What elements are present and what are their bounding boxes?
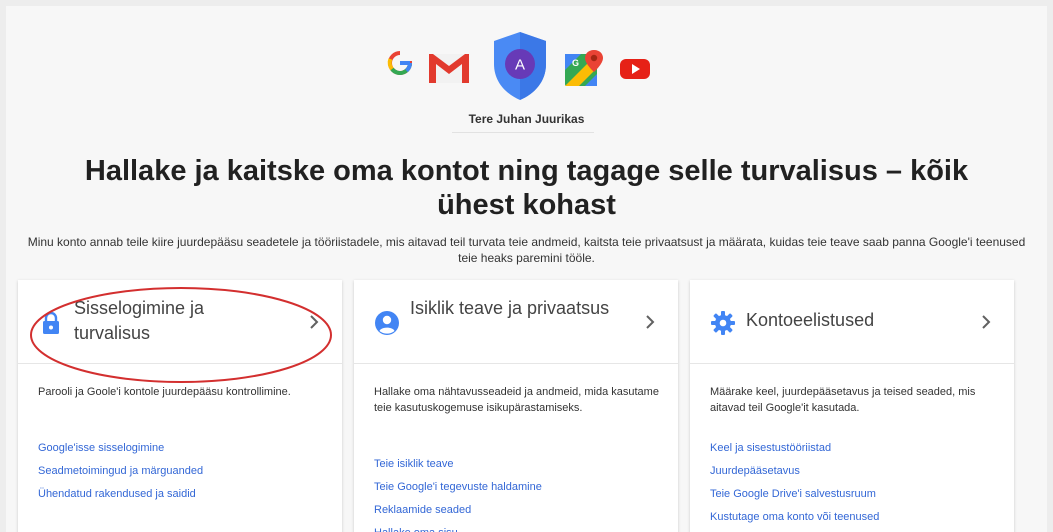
greeting-divider: [452, 132, 594, 133]
gmail-icon: [429, 54, 469, 83]
link-connected-apps[interactable]: Ühendatud rakendused ja saidid: [38, 483, 328, 506]
google-maps-icon: G: [565, 50, 603, 86]
card-description: Määrake keel, juurdepääsetavus ja teised…: [710, 386, 976, 414]
google-products-row: A G: [6, 20, 1047, 100]
chevron-right-icon: [982, 315, 991, 329]
chevron-right-icon: [310, 315, 319, 329]
link-activity-controls[interactable]: Teie Google'i tegevuste haldamine: [374, 476, 664, 499]
intro-text: Minu konto annab teile kiire juurdepääsu…: [27, 235, 1026, 265]
card-title: Sisselogimine ja turvalisus: [74, 298, 205, 343]
card-links: Teie isiklik teave Teie Google'i tegevus…: [374, 453, 664, 532]
youtube-icon: [620, 59, 650, 79]
card-personal-info-privacy: Isiklik teave ja privaatsus Hallake oma …: [354, 280, 678, 532]
google-g-icon: [387, 51, 413, 75]
account-shield-icon: A: [494, 32, 546, 100]
page-headline: Hallake ja kaitske oma kontot ning tagag…: [84, 155, 969, 221]
link-personal-info[interactable]: Teie isiklik teave: [374, 453, 664, 476]
svg-text:G: G: [572, 58, 579, 68]
account-home-page: A G Tere Juhan Juurikas Hallake ja kaits…: [6, 6, 1047, 532]
card-description: Parooli ja Goole'i kontole juurdepääsu k…: [38, 386, 291, 398]
link-accessibility[interactable]: Juurdepääsetavus: [710, 460, 1000, 483]
link-delete-account[interactable]: Kustutage oma konto või teenused: [710, 506, 1000, 529]
card-signin-security: Sisselogimine ja turvalisus Parooli ja G…: [18, 280, 342, 532]
chevron-right-icon: [646, 315, 655, 329]
card-links: Keel ja sisestustööriistad Juurdepääseta…: [710, 437, 1000, 529]
link-ad-settings[interactable]: Reklaamide seaded: [374, 499, 664, 522]
link-manage-content[interactable]: Hallake oma sisu: [374, 522, 664, 532]
link-language-input[interactable]: Keel ja sisestustööriistad: [710, 437, 1000, 460]
card-title: Isiklik teave ja privaatsus: [410, 298, 610, 318]
link-device-activity[interactable]: Seadmetoimingud ja märguanded: [38, 460, 328, 483]
card-description: Hallake oma nähtavusseadeid ja andmeid, …: [374, 386, 659, 414]
gear-icon: [711, 311, 735, 335]
card-header-signin-security[interactable]: Sisselogimine ja turvalisus: [18, 280, 342, 364]
link-drive-storage[interactable]: Teie Google Drive'i salvestusruum: [710, 483, 1000, 506]
greeting-text: Tere Juhan Juurikas: [468, 112, 585, 126]
card-title: Kontoeelistused: [746, 310, 875, 330]
link-google-signin[interactable]: Google'isse sisselogimine: [38, 437, 328, 460]
person-icon: [375, 311, 399, 335]
card-header-personal-info-privacy[interactable]: Isiklik teave ja privaatsus: [354, 280, 678, 364]
card-account-preferences: Kontoeelistused Määrake keel, juurdepääs…: [690, 280, 1014, 532]
avatar-letter: A: [515, 57, 525, 74]
lock-icon: [43, 311, 59, 334]
card-links: Google'isse sisselogimine Seadmetoimingu…: [38, 437, 328, 506]
card-header-account-preferences[interactable]: Kontoeelistused: [690, 280, 1014, 364]
